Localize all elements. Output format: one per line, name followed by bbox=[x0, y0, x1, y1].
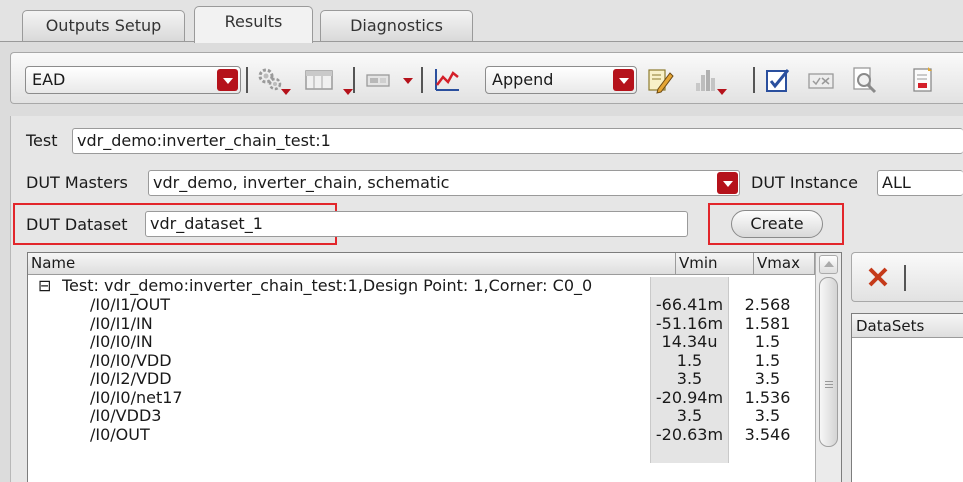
toolbar-separator bbox=[904, 265, 906, 291]
table-row-partial[interactable] bbox=[28, 444, 815, 463]
toolbar-separator bbox=[246, 67, 248, 93]
row-name: /I0/VDD3 bbox=[90, 407, 162, 425]
table-row[interactable]: /I0/VDD3 3.5 3.5 bbox=[28, 407, 815, 426]
document-report-icon[interactable] bbox=[908, 65, 938, 95]
edit-pencil-icon[interactable] bbox=[645, 65, 675, 95]
column-header-vmin[interactable]: Vmin bbox=[676, 253, 754, 274]
append-mode-combo[interactable]: Append bbox=[485, 66, 637, 94]
test-label: Test bbox=[26, 131, 58, 150]
dut-masters-value: vdr_demo, inverter_chain, schematic bbox=[153, 173, 450, 192]
row-vmax: 3.5 bbox=[728, 370, 806, 389]
table-header: Name Vmin Vmax bbox=[28, 253, 815, 275]
tab-outputs-setup[interactable]: Outputs Setup bbox=[22, 10, 185, 42]
grip-line bbox=[825, 387, 833, 388]
toolbar-separator bbox=[353, 67, 355, 93]
table-vertical-scrollbar[interactable] bbox=[815, 253, 841, 482]
chevron-down-icon[interactable] bbox=[217, 69, 238, 91]
row-vmin: 1.5 bbox=[650, 351, 728, 370]
view-combo-value: EAD bbox=[32, 70, 66, 89]
row-vmax: 1.5 bbox=[728, 333, 806, 352]
append-mode-value: Append bbox=[492, 70, 554, 89]
row-name: /I0/I2/VDD bbox=[90, 370, 172, 388]
row-vmin: 3.5 bbox=[650, 370, 728, 389]
row-vmax: 2.568 bbox=[728, 296, 806, 315]
row-vmax: 1.536 bbox=[728, 388, 806, 407]
row-name bbox=[28, 444, 650, 463]
dut-masters-label: DUT Masters bbox=[26, 173, 128, 192]
table-row[interactable]: /I0/I2/VDD 3.5 3.5 bbox=[28, 370, 815, 389]
check-box-icon[interactable] bbox=[806, 65, 836, 95]
view-combo[interactable]: EAD bbox=[25, 66, 241, 94]
test-field[interactable]: vdr_demo:inverter_chain_test:1 bbox=[72, 128, 963, 154]
table-layout-icon[interactable] bbox=[303, 65, 353, 95]
dut-dataset-field[interactable]: vdr_dataset_1 bbox=[145, 211, 688, 237]
histogram-icon[interactable] bbox=[691, 65, 727, 95]
datasets-list[interactable]: DataSets bbox=[851, 313, 963, 482]
create-button[interactable]: Create bbox=[731, 210, 823, 238]
dut-dataset-label: DUT Dataset bbox=[26, 215, 128, 234]
row-vmin: -20.94m bbox=[650, 388, 728, 407]
tab-results[interactable]: Results bbox=[194, 6, 313, 43]
dut-instance-label: DUT Instance bbox=[751, 173, 858, 192]
check-notes-icon[interactable] bbox=[763, 65, 793, 95]
table-row[interactable]: /I0/I0/net17 -20.94m 1.536 bbox=[28, 388, 815, 407]
row-name: /I0/I1/OUT bbox=[90, 296, 171, 314]
row-name: /I0/I0/IN bbox=[90, 333, 153, 351]
red-x-icon[interactable] bbox=[866, 265, 890, 289]
dropdown-arrow-icon bbox=[343, 89, 353, 95]
row-vmax: 1.581 bbox=[728, 314, 806, 333]
line-plot-icon[interactable] bbox=[431, 65, 461, 95]
chevron-down-icon[interactable] bbox=[717, 172, 738, 194]
results-table: Name Vmin Vmax ⊟ Test: vdr_demo:inverter… bbox=[27, 252, 842, 482]
row-vmin: -20.63m bbox=[650, 425, 728, 444]
group-row-vmax bbox=[728, 277, 806, 296]
tab-divider bbox=[0, 41, 963, 42]
table-row[interactable]: /I0/I1/OUT -66.41m 2.568 bbox=[28, 296, 815, 315]
row-name: /I0/I0/net17 bbox=[90, 388, 183, 407]
toolbar-separator bbox=[421, 67, 423, 93]
scroll-up-icon[interactable] bbox=[819, 255, 838, 274]
grip-line bbox=[825, 384, 833, 385]
dut-masters-combo[interactable]: vdr_demo, inverter_chain, schematic bbox=[148, 170, 740, 196]
tab-bar: Outputs Setup Results Diagnostics bbox=[0, 0, 963, 43]
results-toolbar: EAD Append bbox=[10, 52, 963, 104]
toolbar-separator bbox=[753, 67, 755, 93]
table-row[interactable]: /I0/I0/IN 14.34u 1.5 bbox=[28, 333, 815, 352]
row-vmin: -51.16m bbox=[650, 314, 728, 333]
group-row-vmin bbox=[650, 277, 728, 296]
dut-instance-combo[interactable]: ALL bbox=[877, 170, 963, 196]
chevron-down-icon[interactable] bbox=[613, 69, 634, 91]
table-row[interactable]: /I0/I1/IN -51.16m 1.581 bbox=[28, 314, 815, 333]
settings-gear-icon[interactable] bbox=[255, 65, 291, 95]
table-group-row[interactable]: ⊟ Test: vdr_demo:inverter_chain_test:1,D… bbox=[28, 277, 815, 296]
zoom-document-icon[interactable] bbox=[849, 65, 879, 95]
dropdown-arrow-icon[interactable] bbox=[403, 78, 413, 84]
row-vmax: 1.5 bbox=[728, 351, 806, 370]
dropdown-arrow-icon bbox=[717, 89, 727, 95]
datasets-toolbar bbox=[851, 252, 963, 302]
row-name: /I0/I0/VDD bbox=[90, 351, 172, 370]
row-vmin: 3.5 bbox=[650, 407, 728, 426]
row-vmax bbox=[728, 444, 806, 463]
column-header-name[interactable]: Name bbox=[28, 253, 676, 274]
row-name: /I0/I1/IN bbox=[90, 314, 153, 333]
dropdown-arrow-icon bbox=[281, 89, 291, 95]
row-vmin bbox=[650, 444, 728, 463]
grip-line bbox=[825, 381, 833, 382]
row-vmax: 3.5 bbox=[728, 407, 806, 426]
tab-diagnostics[interactable]: Diagnostics bbox=[320, 10, 473, 42]
table-row[interactable]: /I0/OUT -20.63m 3.546 bbox=[28, 425, 815, 444]
row-vmax: 3.546 bbox=[728, 425, 806, 444]
datasets-header: DataSets bbox=[852, 314, 963, 338]
row-vmin: 14.34u bbox=[650, 333, 728, 352]
row-vmin: -66.41m bbox=[650, 296, 728, 315]
row-name: /I0/OUT bbox=[90, 425, 150, 444]
collapse-toggle-icon[interactable]: ⊟ bbox=[38, 277, 58, 296]
table-row[interactable]: /I0/I0/VDD 1.5 1.5 bbox=[28, 351, 815, 370]
group-row-label: Test: vdr_demo:inverter_chain_test:1,Des… bbox=[62, 277, 593, 295]
toggle-switch-icon[interactable] bbox=[364, 65, 394, 95]
scroll-thumb[interactable] bbox=[819, 277, 838, 447]
column-header-vmax[interactable]: Vmax bbox=[754, 253, 815, 274]
